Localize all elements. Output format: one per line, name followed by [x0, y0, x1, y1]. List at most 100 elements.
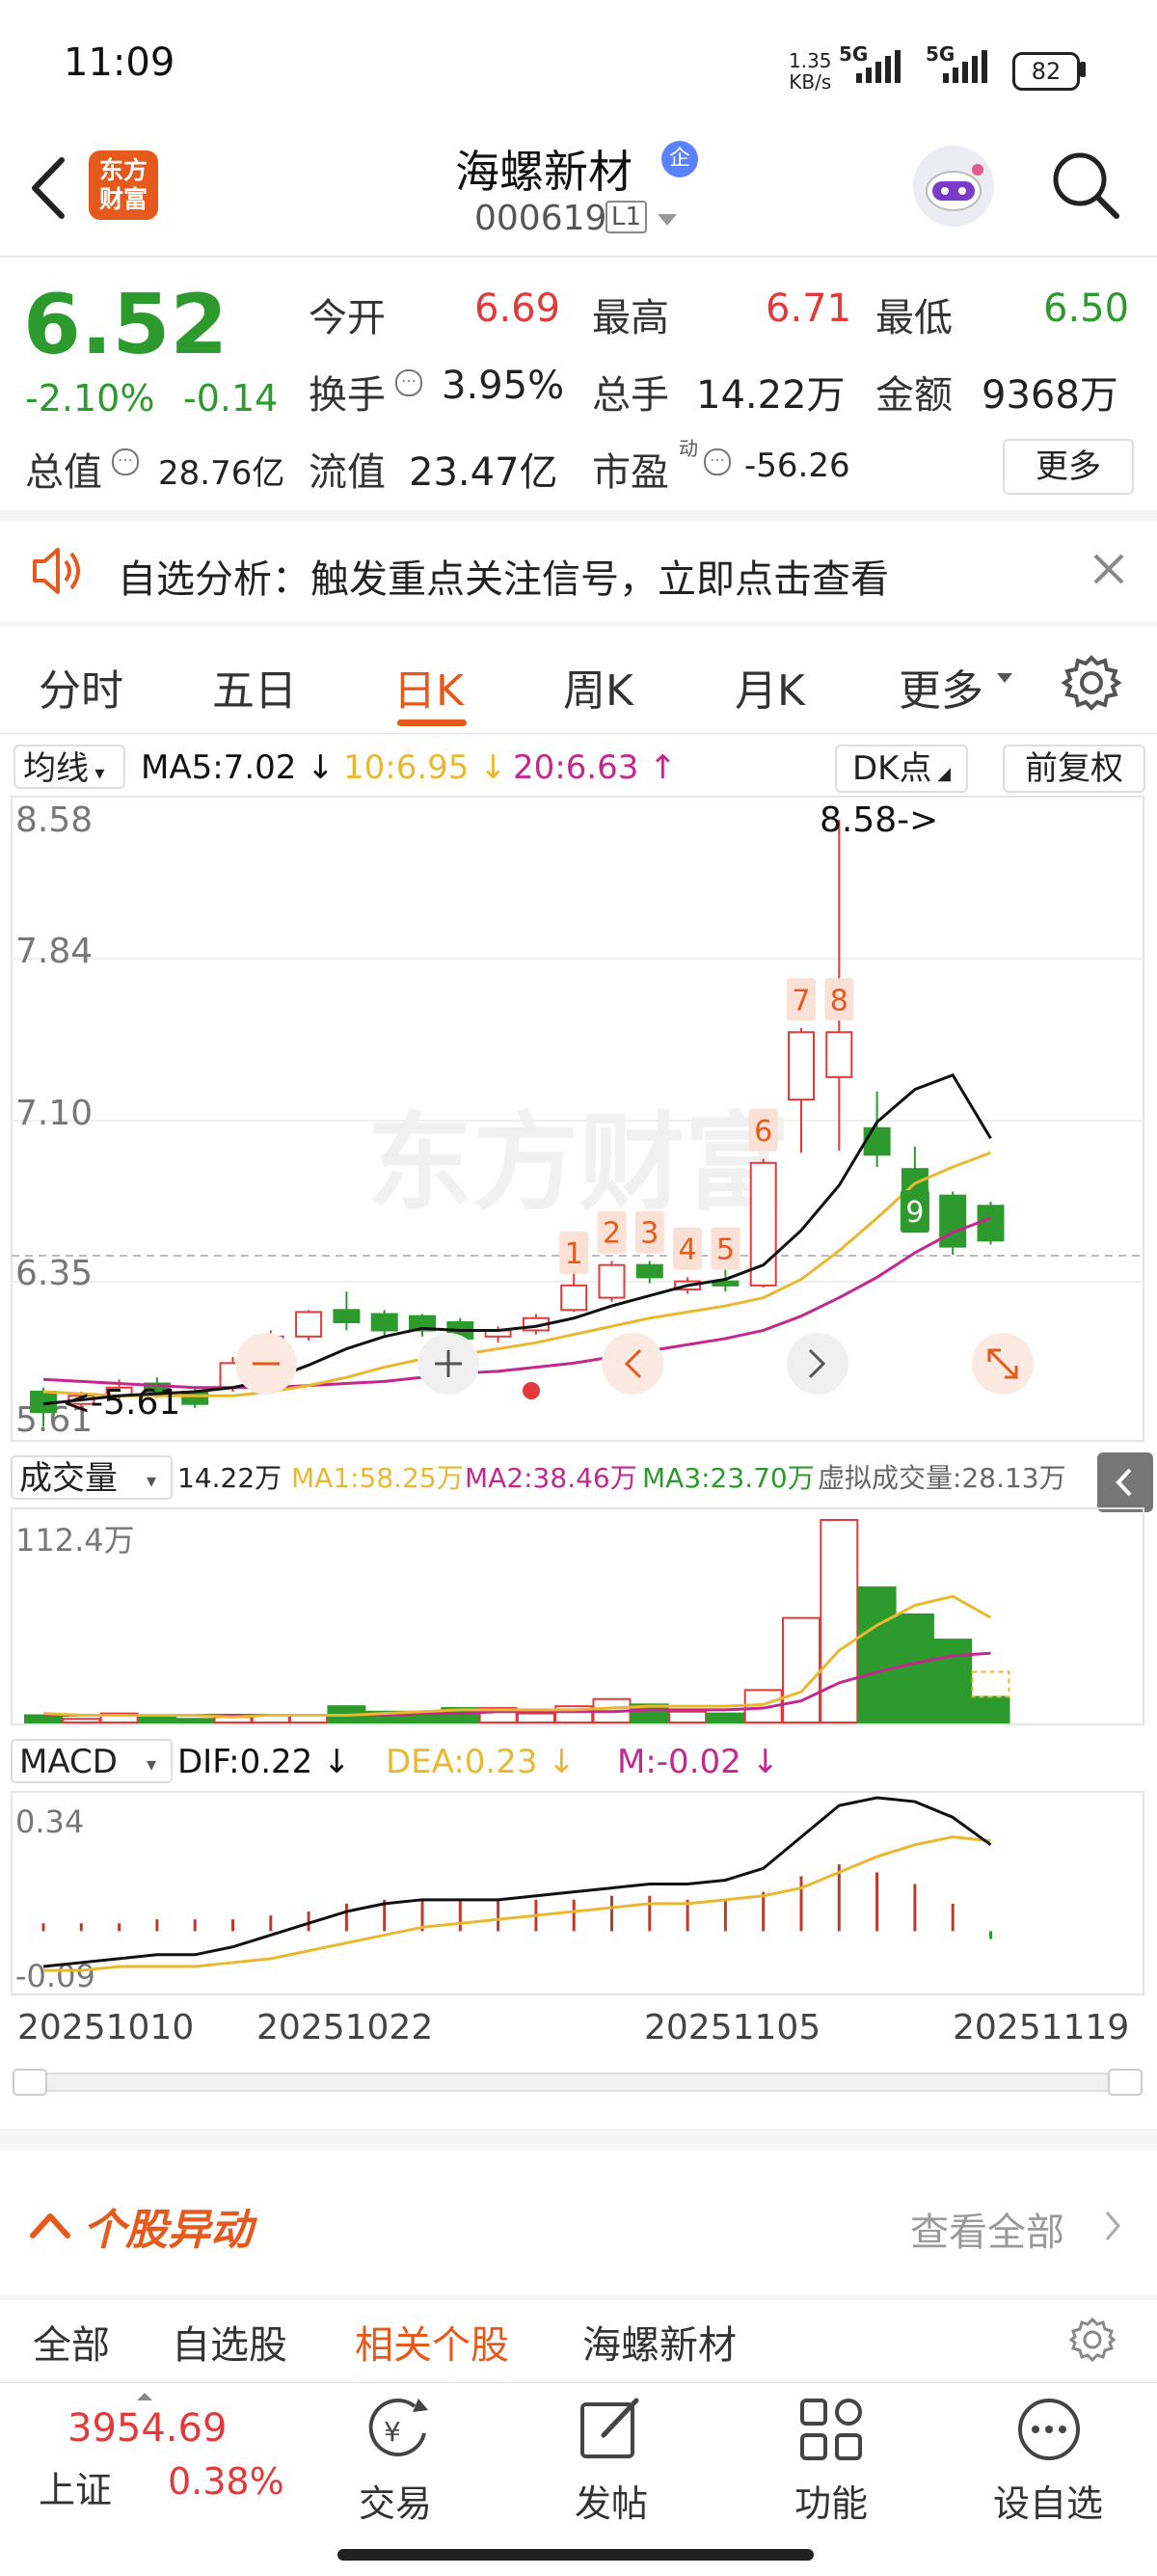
search-icon[interactable] [1047, 147, 1124, 224]
level-badge[interactable]: L1 [605, 201, 648, 233]
dea-line [43, 1835, 991, 1972]
candle-body [560, 1284, 588, 1312]
more-button[interactable]: 更多 [1003, 439, 1134, 495]
candle-body [977, 1205, 1005, 1242]
caret-down-icon: ▾ [147, 1469, 156, 1492]
chevron-right-icon[interactable] [1101, 2209, 1124, 2243]
info-icon[interactable]: ⋯ [112, 448, 139, 475]
mktcap-label: 总值 [25, 450, 102, 495]
tab-active-indicator [397, 719, 467, 726]
ma-dropdown[interactable]: 均线 ▾ [13, 745, 125, 789]
close-icon[interactable] [1091, 552, 1126, 586]
robot-avatar-icon[interactable] [910, 143, 997, 230]
tab-rik[interactable]: 日K [393, 656, 464, 718]
countdown-label: 4 [679, 1234, 697, 1267]
info-icon[interactable]: ⋯ [704, 448, 731, 475]
info-icon[interactable]: ⋯ [395, 369, 422, 396]
volume-bar [933, 1639, 973, 1724]
range-slider[interactable] [13, 2073, 1143, 2092]
add-watch-icon[interactable] [1014, 2395, 1084, 2464]
function-grid-icon[interactable] [796, 2395, 866, 2464]
volume-bar [895, 1613, 934, 1723]
countdown-label: 5 [716, 1234, 735, 1267]
stock-header: 东方 财富 海螺新材 企 000619 L1 [0, 135, 1157, 258]
movement-title: 个股异动 [83, 2206, 253, 2255]
battery-tip [1080, 62, 1086, 77]
volume-bar [782, 1616, 821, 1724]
subtab-all[interactable]: 全部 [33, 2314, 110, 2370]
open-value: 6.69 [474, 286, 561, 331]
fq-button[interactable]: 前复权 [1003, 745, 1145, 793]
index-value[interactable]: 3954.69 [67, 2406, 227, 2451]
amount-label: 金额 [875, 373, 953, 418]
chevron-up-icon[interactable] [29, 2210, 71, 2239]
add-watch-label[interactable]: 设自选 [993, 2474, 1103, 2527]
app-logo[interactable]: 东方 财富 [89, 150, 158, 220]
macd-panel-frame [11, 1791, 1144, 1995]
trade-icon[interactable]: ¥ [359, 2395, 436, 2462]
zoom-in-button[interactable] [417, 1333, 479, 1395]
candle-body [333, 1309, 361, 1323]
tab-yuek[interactable]: 月K [735, 656, 805, 718]
notice-bar[interactable]: 自选分析：触发重点关注信号，立即点击查看 [0, 521, 1157, 622]
view-all-link[interactable]: 查看全部 [910, 2201, 1064, 2257]
dea-legend: DEA:0.23 ↓ [386, 1743, 576, 1781]
gear-icon[interactable] [1061, 652, 1122, 714]
dif-legend: DIF:0.22 ↓ [177, 1743, 351, 1781]
net-speed: 1.35 KB/s [789, 49, 832, 94]
scroll-right-button[interactable] [787, 1333, 848, 1395]
svg-text:¥: ¥ [384, 2416, 401, 2448]
subtab-stock[interactable]: 海螺新材 [582, 2314, 737, 2370]
candle-body [825, 1031, 853, 1078]
candle-body [939, 1194, 967, 1248]
period-tabs: 分时 五日 日K 周K 月K 更多 [0, 627, 1157, 734]
subtab-watchlist[interactable]: 自选股 [172, 2314, 287, 2370]
scroll-left-button[interactable] [602, 1333, 663, 1395]
virtual-volume-bar [971, 1670, 1010, 1698]
volume-bar [62, 1718, 101, 1724]
signal-icon [856, 50, 901, 83]
quote-panel: 6.52 -2.10% -0.14 今开 6.69 最高 6.71 最低 6.5… [0, 258, 1157, 510]
trade-label[interactable]: 交易 [359, 2474, 432, 2527]
post-label[interactable]: 发帖 [575, 2474, 648, 2527]
range-handle-right[interactable] [1108, 2069, 1143, 2096]
fullscreen-button[interactable] [972, 1333, 1034, 1395]
post-edit-icon[interactable] [577, 2395, 646, 2464]
low-label: 最低 [875, 296, 953, 340]
zoom-out-button[interactable] [235, 1333, 297, 1395]
vol-dropdown-label: 成交量 [19, 1459, 118, 1498]
pe-value: -56.26 [744, 447, 850, 485]
subtab-related[interactable]: 相关个股 [355, 2314, 509, 2370]
vol-value: 14.22万 [177, 1462, 282, 1494]
gear-icon[interactable] [1068, 2316, 1117, 2364]
function-label[interactable]: 功能 [794, 2474, 868, 2527]
amount-value: 9368万 [982, 373, 1118, 418]
tab-more[interactable]: 更多 [899, 656, 983, 718]
back-arrow-icon[interactable] [23, 154, 71, 222]
date-label: 20251022 [256, 2008, 433, 2047]
countdown-label: 6 [754, 1115, 772, 1149]
pe-dynamic-tag: 动 [679, 437, 698, 460]
vol-virtual: 虚拟成交量:28.13万 [818, 1462, 1066, 1494]
low-value: 6.50 [1043, 286, 1130, 331]
volume-panel-frame [11, 1507, 1144, 1725]
index-name[interactable]: 上证 [39, 2460, 112, 2513]
dk-point-button[interactable]: DK点 ◢ [835, 745, 968, 793]
macd-max-label: 0.34 [15, 1803, 84, 1840]
collapse-tab-button[interactable] [1097, 1452, 1153, 1512]
tab-zhouk[interactable]: 周K [563, 656, 633, 718]
caret-down-icon[interactable] [656, 212, 679, 228]
range-handle-left[interactable] [13, 2069, 47, 2096]
tab-wuri[interactable]: 五日 [212, 656, 297, 718]
current-price: 6.52 [23, 277, 229, 373]
kline-svg[interactable]: 东方财富 8.58 7.84 7.10 6.35 5.61 12 3 4 567 89 … [0, 795, 1157, 2130]
position-dot [523, 1382, 540, 1399]
float-label: 流值 [309, 450, 386, 495]
status-bar: 11:09 1.35 KB/s 5G 5G 82 [0, 0, 1157, 135]
caret-down-icon [997, 673, 1012, 683]
index-pct[interactable]: 0.38% [168, 2460, 284, 2503]
candle-body [370, 1313, 398, 1332]
countdown-label: 9 [905, 1196, 924, 1230]
vol-ma1: MA1:58.25万 [291, 1462, 464, 1494]
tab-fenshi[interactable]: 分时 [39, 656, 123, 718]
